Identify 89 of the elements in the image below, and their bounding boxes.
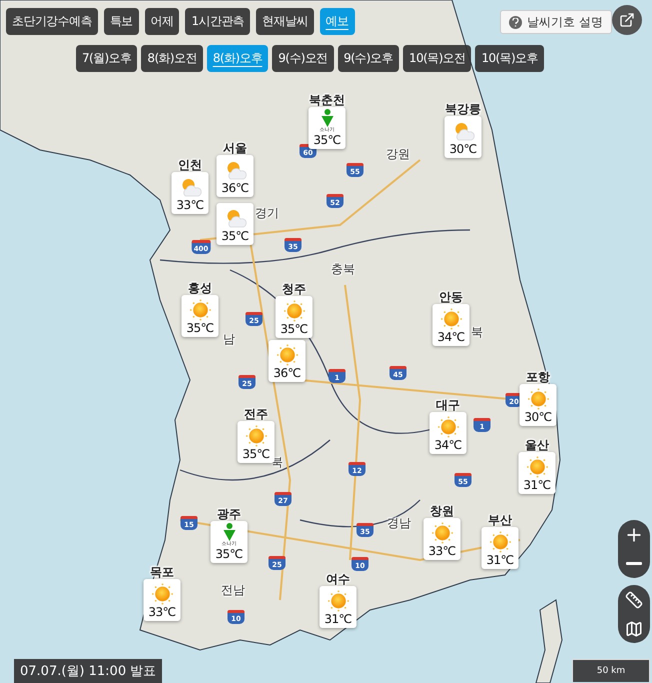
weather-card[interactable]: 35℃ [276,296,312,338]
issued-time: 07.07.(월) 11:00 발표 [14,659,162,683]
sun-icon [151,583,173,605]
time-tab[interactable]: 9(수)오후 [338,45,400,72]
person-icon [321,109,333,127]
city-label: 전주 [244,407,268,421]
city-label: 창원 [430,504,454,518]
weather-card[interactable]: 31℃ [482,527,518,569]
temperature: 35℃ [221,229,249,243]
weather-card[interactable]: 34℃ [432,304,470,346]
weather-card[interactable]: 36℃ [268,340,306,382]
city-label: 홍성 [188,281,212,295]
tab[interactable]: 1시간관측 [185,8,250,35]
time-tab[interactable]: 7(월)오후 [76,45,138,72]
temperature: 35℃ [242,447,270,461]
sun-icon [526,456,548,478]
sun-icon [327,590,349,612]
weather-card[interactable]: 35℃ [216,203,254,245]
temperature: 35℃ [280,322,308,336]
region-label: 충북 [331,261,355,278]
temperature: 36℃ [273,366,301,380]
temperature: 36℃ [221,181,249,195]
tab[interactable]: 특보 [104,8,139,35]
city-label: 안동 [439,290,463,304]
tab[interactable]: 어제 [144,8,180,35]
temperature: 33℃ [176,198,204,212]
scale-bar: 50 km [572,659,650,682]
time-tab[interactable]: 10(목)오전 [403,45,472,72]
weather-card[interactable]: 36℃ [216,155,254,197]
legend-button[interactable]: 날씨기호 설명 [500,10,612,34]
temperature: 34℃ [434,438,462,452]
region-label: 경남 [387,515,411,532]
temperature: 31℃ [523,478,551,492]
weather-card[interactable]: 31℃ [518,452,556,494]
tab[interactable]: 현재날씨 [256,8,314,35]
temperature: 31℃ [324,612,352,626]
city-label: 대구 [436,398,460,412]
question-icon [509,16,522,28]
sun-icon [283,300,305,322]
city-label: 울산 [525,438,549,452]
city-label: 청주 [282,282,306,296]
weather-card[interactable]: 33℃ [424,518,460,560]
city-label: 서울 [223,141,247,155]
weather-card[interactable]: 35℃ [182,295,218,337]
sun-icon [189,299,211,321]
region-label: 북 [471,324,483,341]
temperature: 35℃ [186,321,214,335]
city-label: 인천 [178,158,202,172]
sun-icon [489,531,511,553]
external-link-button[interactable] [612,5,642,35]
external-link-icon [619,12,635,28]
region-label: 전남 [221,582,245,599]
temperature: 35℃ [215,547,243,561]
region-label: 강원 [386,146,410,163]
ruler-icon [625,590,643,608]
weather-card[interactable]: 31℃ [320,586,356,628]
minus-icon [626,562,642,565]
time-tab[interactable]: 10(목)오후 [475,45,544,72]
person-icon [223,523,235,541]
temperature: 31℃ [486,553,514,567]
temperature: 33℃ [148,605,176,619]
region-label: 남 [223,331,235,348]
weather-card[interactable]: 34℃ [430,412,466,454]
region-label: 경기 [255,205,279,222]
city-label: 북강릉 [445,102,481,116]
city-label: 광주 [217,507,241,521]
city-label: 북춘천 [309,93,345,107]
tab[interactable]: 초단기강수예측 [6,8,98,35]
map-icon [625,620,643,638]
city-label: 부산 [488,513,512,527]
weather-card[interactable]: 33℃ [144,579,180,621]
sun-icon [437,416,459,438]
weather-card[interactable]: 30℃ [444,116,482,158]
sun-icon [527,388,549,410]
sun-icon [276,344,298,366]
temperature: 33℃ [428,544,456,558]
sun-icon [245,425,267,447]
time-tab[interactable]: 9(수)오전 [272,45,334,72]
temperature: 35℃ [313,133,341,147]
weather-card[interactable]: 33℃ [172,172,208,214]
sun-icon [440,308,462,330]
temperature: 34℃ [437,330,465,344]
weather-card[interactable]: 35℃ [238,421,274,463]
temperature: 30℃ [449,142,477,156]
city-label: 여수 [326,572,350,586]
weather-card[interactable]: 30℃ [520,384,556,426]
sun-icon [431,522,453,544]
temperature: 30℃ [524,410,552,424]
time-tab[interactable]: 8(화)오전 [141,45,203,72]
